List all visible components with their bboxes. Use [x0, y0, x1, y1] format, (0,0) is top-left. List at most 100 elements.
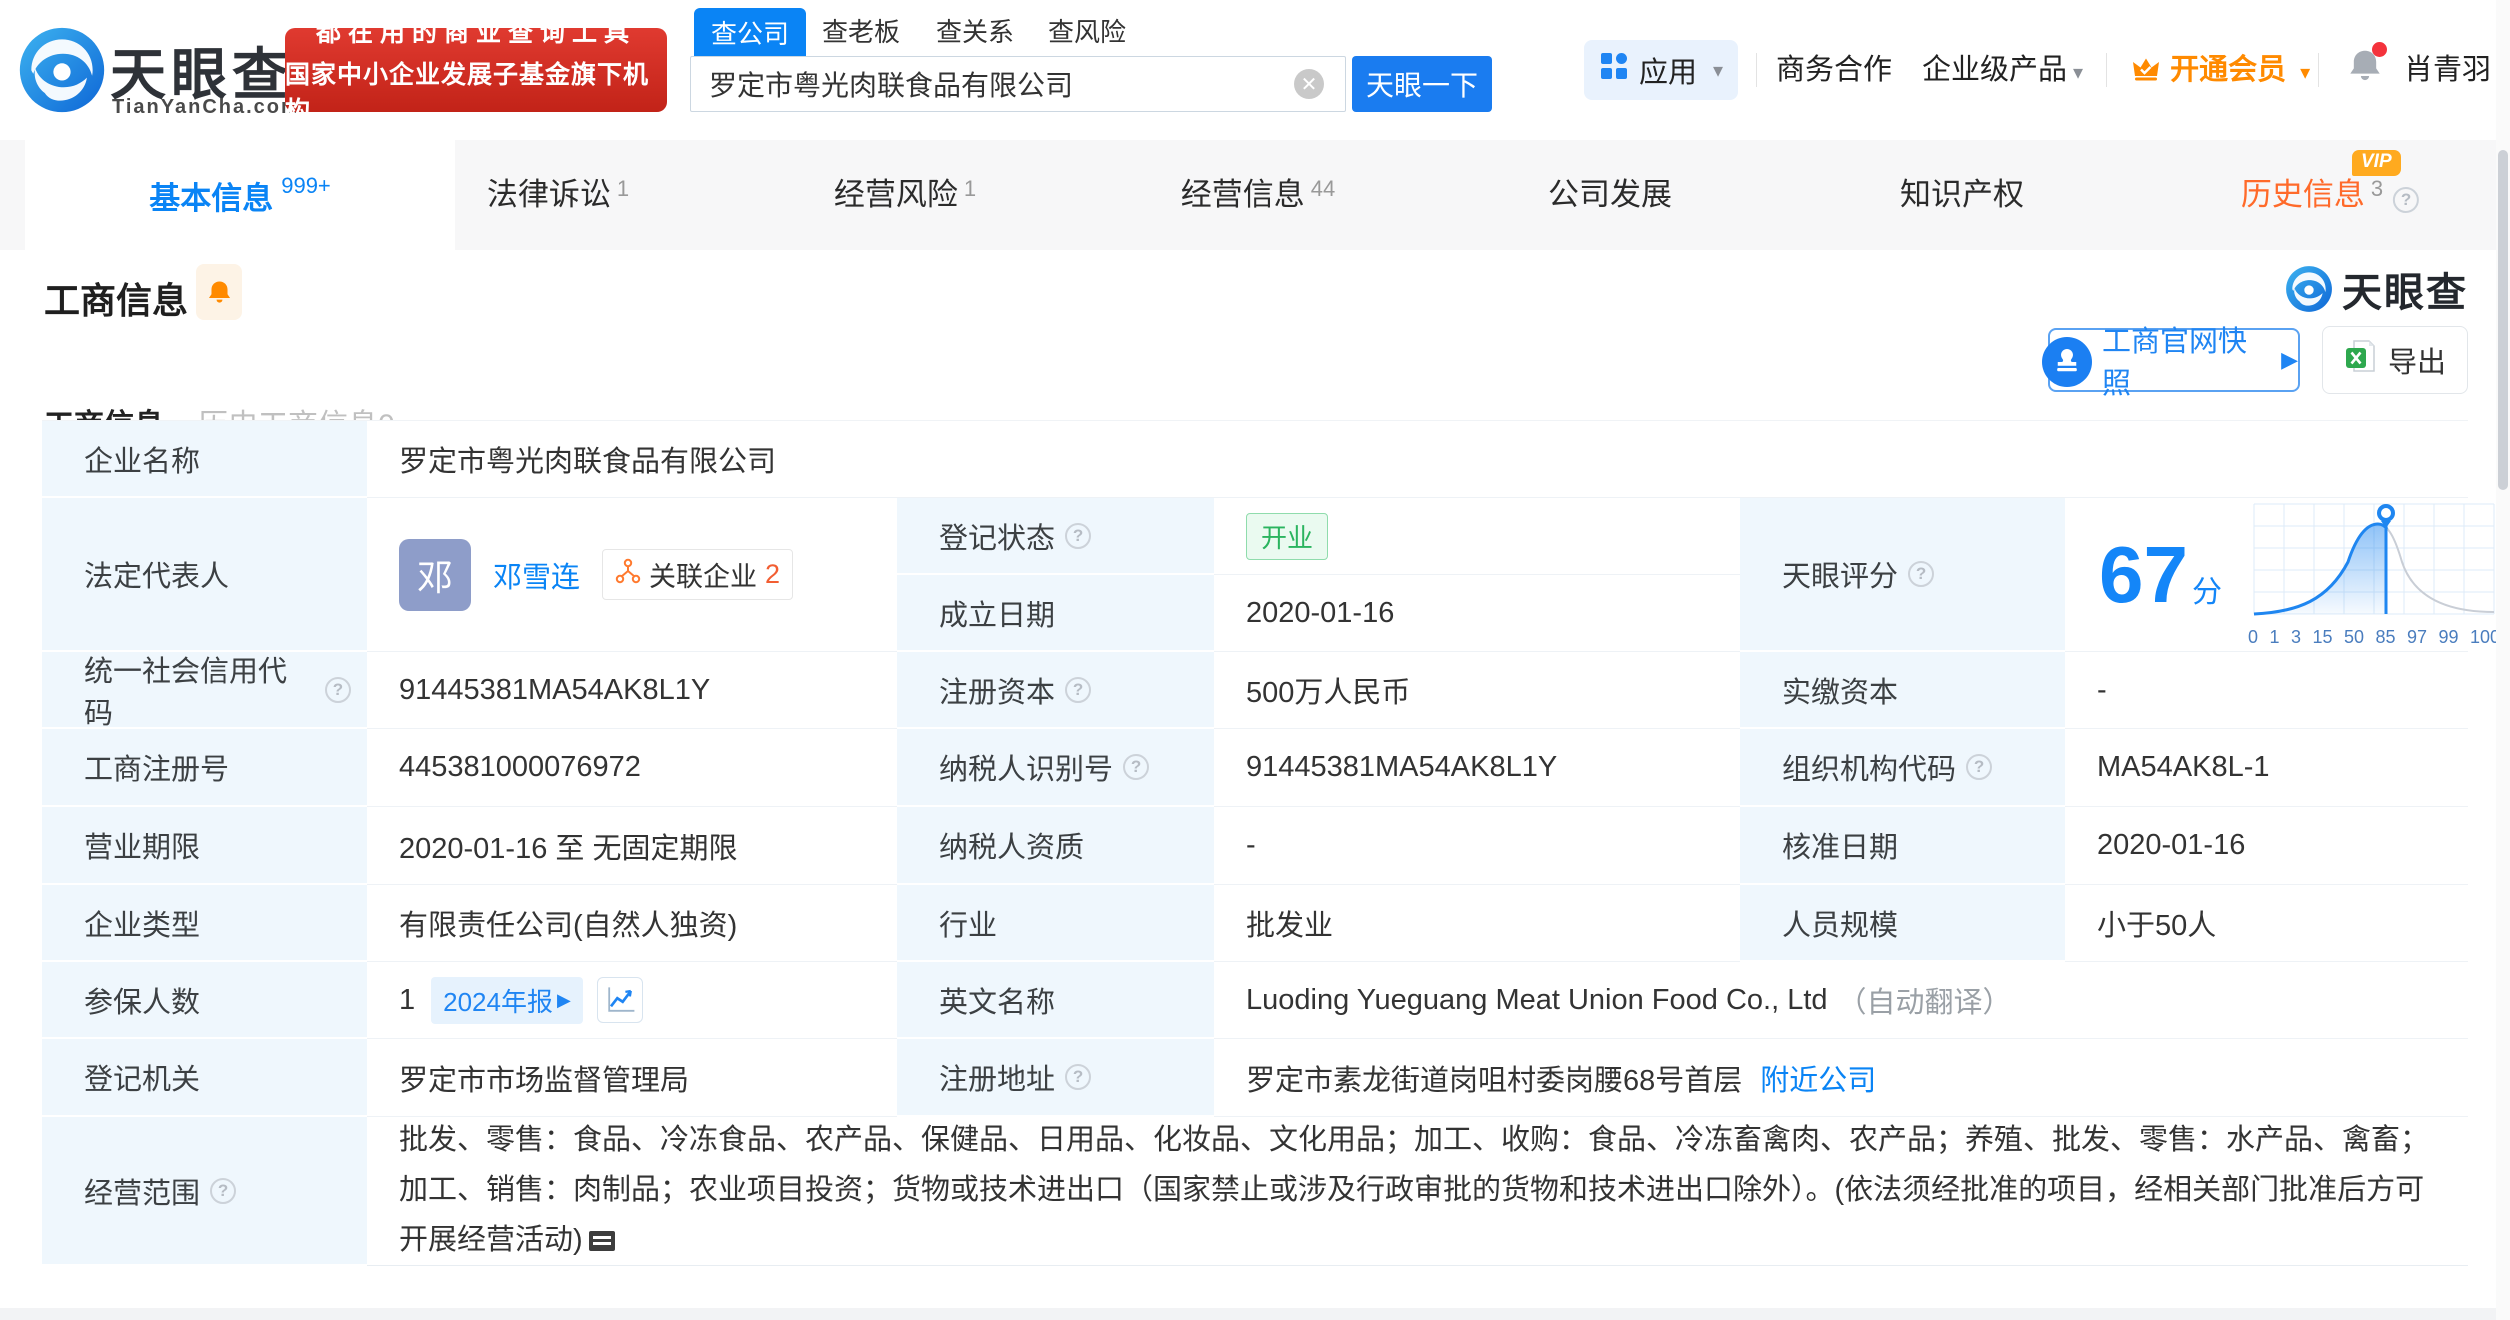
search-tab-risk[interactable]: 查风险 [1048, 8, 1126, 56]
paid-capital-label: 实缴资本 [1740, 652, 2065, 729]
stamp-icon [2042, 337, 2092, 395]
help-icon[interactable]: ? [1123, 754, 1150, 780]
apps-menu[interactable]: 应用 ▾ [1584, 40, 1738, 100]
nearby-companies-link[interactable]: 附近公司 [1760, 1057, 1876, 1099]
org-code-label: 组织机构代码? [1740, 729, 2065, 807]
credit-code-label: 统一社会信用代码? [42, 652, 367, 730]
reg-address-value: 罗定市素龙街道岗咀村委岗腰68号首层 附近公司 [1214, 1039, 2468, 1117]
top-header: 天眼查 TianYanCha.com 都在用的商业查询工具 国家中小企业发展子基… [0, 0, 2510, 140]
help-icon[interactable]: ? [1065, 1064, 1092, 1090]
divider [2318, 53, 2319, 87]
reg-capital-label: 注册资本? [897, 652, 1214, 729]
notification-dot [2372, 42, 2387, 57]
tab-company-development[interactable]: 公司发展 [1548, 140, 1672, 250]
related-companies-badge[interactable]: 关联企业 2 [602, 549, 794, 600]
business-scope-label: 经营范围? [42, 1117, 367, 1266]
business-term-value: 2020-01-16 至 无固定期限 [367, 807, 897, 885]
chevron-down-icon: ▾ [2300, 62, 2311, 84]
search-tab-relation[interactable]: 查关系 [936, 8, 1014, 56]
score-number: 67 分 [2099, 529, 2222, 619]
notifications-bell[interactable] [2346, 42, 2387, 91]
establish-date-value: 2020-01-16 [1214, 575, 1740, 652]
tab-basic-info[interactable]: 基本信息 999+ [25, 140, 455, 250]
score-axis-tick: 97 [2406, 626, 2427, 647]
brand-slogan-badge: 都在用的商业查询工具 国家中小企业发展子基金旗下机构 [285, 19, 667, 125]
legal-rep-value: 邓 邓雪连 关联企业 2 [367, 498, 897, 652]
arrow-right-icon: ▶ [556, 989, 571, 1010]
insured-count-label: 参保人数 [42, 962, 367, 1039]
company-name-label: 企业名称 [42, 421, 367, 498]
taxpayer-quality-label: 纳税人资质 [897, 807, 1214, 885]
english-name-value: Luoding Yueguang Meat Union Food Co., Lt… [1214, 962, 2468, 1039]
tab-operation-risk[interactable]: 经营风险 1 [834, 140, 976, 250]
help-icon[interactable]: ? [325, 676, 351, 703]
tyc-score-label: 天眼评分? [1740, 498, 2065, 652]
business-info-table: 企业名称 罗定市粤光肉联食品有限公司 法定代表人 邓 邓雪连 关联企业 2 登记… [42, 420, 2500, 1267]
org-code-value: MA54AK8L-1 [2065, 729, 2468, 807]
reg-capital-value: 500万人民币 [1214, 652, 1740, 729]
divider [1756, 53, 1757, 87]
user-menu[interactable]: 肖青羽▾ [2404, 40, 2507, 100]
annual-report-badge[interactable]: 2024年报 ▶ [431, 976, 583, 1024]
export-button[interactable]: 导出 [2322, 326, 2468, 394]
taxpayer-id-value: 91445381MA54AK8L1Y [1214, 729, 1740, 807]
tab-legal[interactable]: 法律诉讼 1 [487, 140, 629, 250]
monitor-bell-icon[interactable] [196, 264, 242, 320]
reg-authority-value: 罗定市市场监督管理局 [367, 1039, 897, 1117]
trend-chart-button[interactable] [596, 977, 643, 1023]
nav-open-vip[interactable]: 开通会员 ▾ [2130, 40, 2310, 100]
approval-date-label: 核准日期 [1740, 807, 2065, 885]
staff-size-label: 人员规模 [1740, 885, 2065, 962]
status-badge: 开业 [1246, 512, 1329, 560]
official-snapshot-button[interactable]: 工商官网快照 ▶ [2042, 326, 2300, 400]
help-icon[interactable]: ? [210, 1177, 237, 1204]
reg-status-label: 登记状态? [897, 498, 1214, 575]
avatar[interactable]: 邓 [399, 538, 471, 611]
next-section-edge [0, 1308, 2510, 1320]
org-graph-icon [615, 558, 641, 591]
excel-icon [2344, 339, 2376, 381]
scrollbar-thumb[interactable] [2498, 150, 2508, 490]
legal-rep-link[interactable]: 邓雪连 [493, 554, 580, 596]
search-button[interactable]: 天眼一下 [1352, 56, 1492, 112]
scrollbar[interactable] [2496, 0, 2510, 1320]
help-icon[interactable]: ? [1065, 676, 1092, 703]
crown-icon [2130, 44, 2162, 104]
tianyan-score-chart: 0 1 3 15 50 85 97 99 100 [2248, 500, 2500, 650]
score-axis-tick: 3 [2290, 626, 2301, 647]
tianyancha-logo-icon[interactable] [16, 24, 108, 121]
company-name-value: 罗定市粤光肉联食品有限公司 [367, 421, 2468, 498]
help-icon[interactable]: ? [1908, 561, 1935, 587]
taxpayer-quality-value: - [1214, 807, 1740, 885]
help-icon[interactable]: ? [2393, 187, 2420, 213]
company-tab-bar: 基本信息 999+ 法律诉讼 1 经营风险 1 经营信息 44 公司发展 知识产权 历史… [0, 140, 2510, 250]
help-icon[interactable]: ? [1065, 522, 1092, 549]
tab-business-info[interactable]: 经营信息 44 [1181, 140, 1335, 250]
search-tab-boss[interactable]: 查老板 [822, 8, 900, 56]
nav-cooperation[interactable]: 商务合作 [1776, 40, 1892, 100]
taxpayer-id-label: 纳税人识别号? [897, 729, 1214, 807]
brand-domain: TianYanCha.com [112, 96, 301, 118]
score-axis-tick: 99 [2438, 626, 2459, 647]
reg-number-value: 445381000076972 [367, 729, 897, 807]
divider [2106, 53, 2107, 87]
insured-count-value: 1 2024年报 ▶ [367, 962, 897, 1039]
establish-date-label: 成立日期 [897, 575, 1214, 652]
tab-intellectual-property[interactable]: 知识产权 [1900, 140, 2024, 250]
score-axis-tick: 50 [2343, 626, 2364, 647]
expand-text-icon[interactable] [588, 1217, 615, 1267]
search-tab-company[interactable]: 查公司 [694, 8, 806, 56]
vip-label: 开通会员 [2170, 54, 2287, 86]
staff-size-value: 小于50人 [2065, 885, 2468, 962]
chevron-down-icon: ▾ [2073, 62, 2084, 84]
approval-date-value: 2020-01-16 [2065, 807, 2468, 885]
nav-enterprise-products[interactable]: 企业级产品 ▾ [1922, 40, 2083, 100]
paid-capital-value: - [2065, 652, 2468, 729]
watermark-logo: 天眼查 [2284, 260, 2468, 318]
help-icon[interactable]: ? [1966, 754, 1993, 780]
score-axis-tick: 0 [2247, 626, 2258, 647]
search-input[interactable] [690, 56, 1346, 112]
clear-search-icon[interactable]: ✕ [1294, 69, 1324, 99]
watermark-brand-text: 天眼查 [2342, 271, 2468, 315]
company-type-label: 企业类型 [42, 885, 367, 962]
